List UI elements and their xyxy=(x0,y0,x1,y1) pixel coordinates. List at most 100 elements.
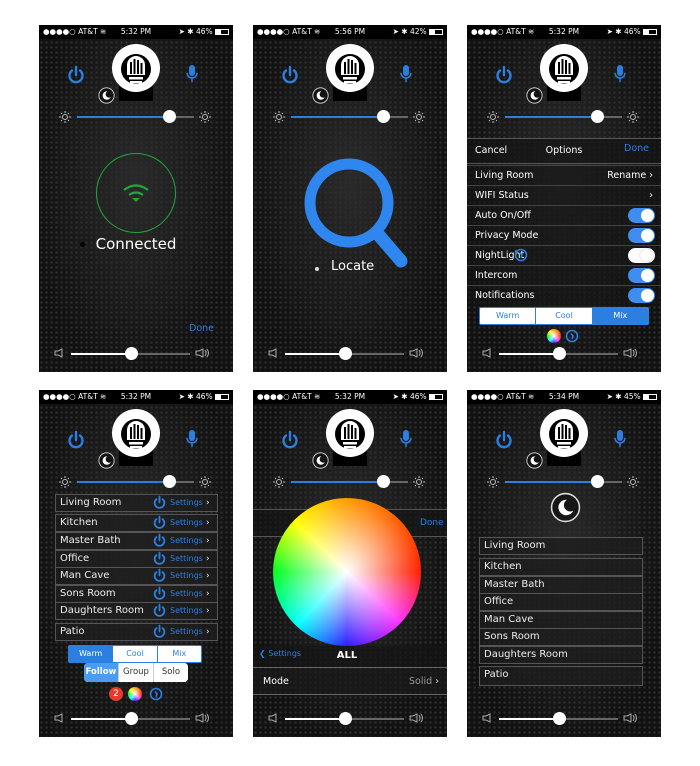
power-icon[interactable] xyxy=(280,430,300,450)
mode-solo[interactable]: Solo xyxy=(153,663,188,682)
power-icon[interactable] xyxy=(280,65,300,85)
microphone-icon[interactable] xyxy=(613,429,627,449)
volume-slider-thumb[interactable] xyxy=(552,712,566,725)
volume-slider[interactable] xyxy=(285,712,404,725)
row-link[interactable]: Rename › xyxy=(607,166,653,186)
settings-link[interactable]: Settings xyxy=(170,568,203,584)
tone-selector[interactable]: Warm Cool Mix xyxy=(68,645,202,663)
brightness-slider[interactable] xyxy=(291,110,408,123)
power-icon[interactable] xyxy=(152,551,167,566)
room-row[interactable]: Daughters Room xyxy=(479,646,643,664)
microphone-icon[interactable] xyxy=(399,64,413,84)
room-row[interactable]: Living Room xyxy=(479,537,643,555)
chevron-right-icon[interactable]: › xyxy=(206,551,210,567)
chevron-right-icon[interactable]: › xyxy=(206,568,210,584)
volume-slider-thumb[interactable] xyxy=(338,712,352,725)
settings-link[interactable]: Settings xyxy=(170,603,203,619)
volume-slider[interactable] xyxy=(71,712,190,725)
power-icon[interactable] xyxy=(152,624,167,639)
search-icon[interactable] xyxy=(301,155,411,273)
microphone-icon[interactable] xyxy=(613,64,627,84)
volume-slider[interactable] xyxy=(71,347,190,360)
night-light-button[interactable] xyxy=(550,492,581,523)
room-row[interactable]: Office Settings › xyxy=(55,550,218,568)
done-button[interactable]: Done xyxy=(189,323,214,334)
option-row[interactable]: Privacy Mode xyxy=(467,225,661,245)
microphone-icon[interactable] xyxy=(185,64,199,84)
power-icon[interactable] xyxy=(66,430,86,450)
room-row[interactable]: Master Bath Settings › xyxy=(55,532,218,550)
power-icon[interactable] xyxy=(494,430,514,450)
option-row[interactable]: Intercom xyxy=(467,265,661,285)
done-button[interactable]: Done xyxy=(420,518,444,528)
power-icon[interactable] xyxy=(152,568,167,583)
brightness-slider-thumb[interactable] xyxy=(163,475,177,488)
power-icon[interactable] xyxy=(152,603,167,618)
tone-selector-warm[interactable]: Warm xyxy=(480,308,535,324)
option-row[interactable]: Auto On/Off xyxy=(467,205,661,225)
power-icon[interactable] xyxy=(494,65,514,85)
option-row[interactable]: NightLight xyxy=(467,245,661,265)
timer-icon[interactable] xyxy=(565,329,579,343)
chevron-right-icon[interactable]: › xyxy=(206,533,210,549)
tone-selector-cool[interactable]: Cool xyxy=(535,308,591,324)
tone-selector-mix[interactable]: Mix xyxy=(156,646,201,662)
brightness-slider[interactable] xyxy=(505,110,622,123)
room-row[interactable]: Patio Settings › xyxy=(55,623,218,641)
timer-icon[interactable] xyxy=(514,248,528,262)
option-row[interactable]: Notifications xyxy=(467,285,661,305)
settings-link[interactable]: Settings xyxy=(170,586,203,602)
room-row[interactable]: Sons Room xyxy=(479,628,643,646)
done-button[interactable]: Done xyxy=(624,137,649,161)
toggle-switch[interactable] xyxy=(628,248,655,263)
chevron-right-icon[interactable]: › xyxy=(206,603,210,619)
night-mode-button[interactable] xyxy=(98,452,115,469)
volume-slider[interactable] xyxy=(499,347,618,360)
microphone-icon[interactable] xyxy=(399,429,413,449)
volume-slider[interactable] xyxy=(285,347,404,360)
power-icon[interactable] xyxy=(66,65,86,85)
room-row[interactable]: Man Cave xyxy=(479,611,643,629)
option-row[interactable]: Living Room Rename › xyxy=(467,165,661,185)
mode-group[interactable]: Group xyxy=(118,663,153,682)
color-wheel-button[interactable] xyxy=(128,687,142,701)
room-row[interactable]: Man Cave Settings › xyxy=(55,567,218,585)
room-row[interactable]: Kitchen Settings › xyxy=(55,514,218,532)
tone-selector[interactable]: Warm Cool Mix xyxy=(479,307,649,325)
bulb-logo[interactable] xyxy=(110,408,162,464)
mode-follow[interactable]: Follow xyxy=(84,663,118,682)
settings-link[interactable]: Settings xyxy=(170,624,203,640)
tone-selector-cool[interactable]: Cool xyxy=(112,646,156,662)
notification-badge[interactable]: 2 xyxy=(109,687,123,701)
settings-link[interactable]: Settings xyxy=(170,515,203,531)
toggle-switch[interactable] xyxy=(628,208,655,223)
bulb-logo[interactable] xyxy=(324,408,376,464)
night-mode-button[interactable] xyxy=(312,87,329,104)
group-mode-selector[interactable]: Follow Group Solo xyxy=(84,663,188,682)
chevron-right-icon[interactable]: › xyxy=(206,495,210,511)
volume-slider[interactable] xyxy=(499,712,618,725)
night-mode-button[interactable] xyxy=(98,87,115,104)
timer-icon[interactable] xyxy=(149,687,163,701)
room-row[interactable]: Living Room Settings › xyxy=(55,494,218,512)
room-row[interactable]: Kitchen xyxy=(479,558,643,576)
brightness-slider[interactable] xyxy=(77,475,194,488)
room-row[interactable]: Daughters Room Settings › xyxy=(55,602,218,620)
brightness-slider-thumb[interactable] xyxy=(591,475,605,488)
bulb-logo[interactable] xyxy=(324,43,376,99)
brightness-slider[interactable] xyxy=(291,475,408,488)
row-link[interactable]: › xyxy=(649,186,653,206)
room-row[interactable]: Master Bath xyxy=(479,576,643,594)
room-row[interactable]: Patio xyxy=(479,666,643,686)
power-icon[interactable] xyxy=(152,495,167,510)
power-icon[interactable] xyxy=(152,586,167,601)
toggle-switch[interactable] xyxy=(628,228,655,243)
settings-link[interactable]: Settings xyxy=(170,551,203,567)
microphone-icon[interactable] xyxy=(185,429,199,449)
toggle-switch[interactable] xyxy=(628,288,655,303)
brightness-slider-thumb[interactable] xyxy=(591,110,605,123)
bulb-logo[interactable] xyxy=(110,43,162,99)
bulb-logo[interactable] xyxy=(538,43,590,99)
power-icon[interactable] xyxy=(152,515,167,530)
brightness-slider-thumb[interactable] xyxy=(377,110,391,123)
